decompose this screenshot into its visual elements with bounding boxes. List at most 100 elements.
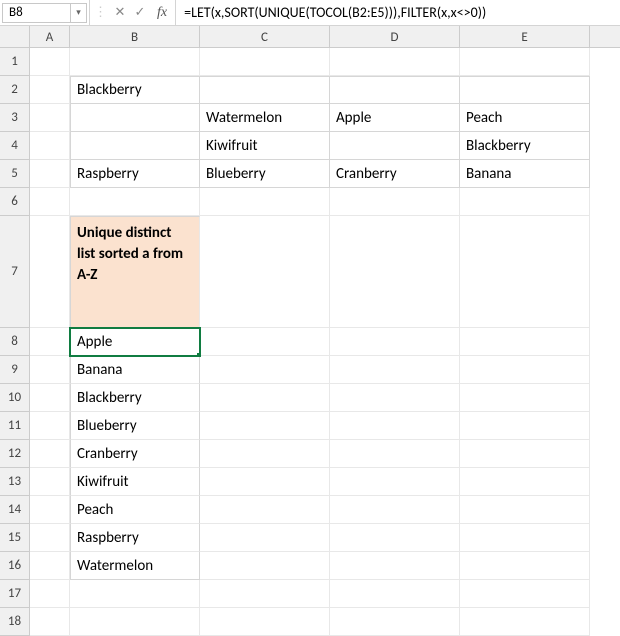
cell-D12[interactable] xyxy=(330,440,460,468)
cell-B17[interactable] xyxy=(70,580,200,608)
row-header[interactable]: 17 xyxy=(0,580,29,608)
name-box-dropdown[interactable]: ▾ xyxy=(71,3,87,23)
column-header-C[interactable]: C xyxy=(200,26,330,48)
cell-B3[interactable] xyxy=(70,104,200,132)
row-header[interactable]: 18 xyxy=(0,608,29,636)
cell-E3[interactable]: Peach xyxy=(460,104,590,132)
cell-B4[interactable] xyxy=(70,132,200,160)
cell-D11[interactable] xyxy=(330,412,460,440)
cell-C8[interactable] xyxy=(200,328,330,356)
cell-D17[interactable] xyxy=(330,580,460,608)
cell-D3[interactable]: Apple xyxy=(330,104,460,132)
cell-D9[interactable] xyxy=(330,356,460,384)
cell-A1[interactable] xyxy=(30,48,70,76)
cell-B13[interactable]: Kiwifruit xyxy=(70,468,200,496)
row-header[interactable]: 4 xyxy=(0,132,29,160)
row-header[interactable]: 10 xyxy=(0,384,29,412)
cell-C16[interactable] xyxy=(200,552,330,580)
cell-E11[interactable] xyxy=(460,412,590,440)
cell-A11[interactable] xyxy=(30,412,70,440)
name-box[interactable]: B8 xyxy=(2,3,71,23)
cell-B2[interactable]: Blackberry xyxy=(70,76,200,104)
cell-E8[interactable] xyxy=(460,328,590,356)
cell-D5[interactable]: Cranberry xyxy=(330,160,460,188)
cell-C14[interactable] xyxy=(200,496,330,524)
row-header[interactable]: 1 xyxy=(0,48,29,76)
cell-B6[interactable] xyxy=(70,188,200,216)
cell-D4[interactable] xyxy=(330,132,460,160)
cell-B11[interactable]: Blueberry xyxy=(70,412,200,440)
cell-D10[interactable] xyxy=(330,384,460,412)
cell-C5[interactable]: Blueberry xyxy=(200,160,330,188)
cell-E5[interactable]: Banana xyxy=(460,160,590,188)
cell-C15[interactable] xyxy=(200,524,330,552)
cell-B8[interactable]: Apple xyxy=(70,328,200,356)
cell-A18[interactable] xyxy=(30,608,70,636)
column-header-E[interactable]: E xyxy=(460,26,590,48)
cell-A13[interactable] xyxy=(30,468,70,496)
cell-A17[interactable] xyxy=(30,580,70,608)
cell-D14[interactable] xyxy=(330,496,460,524)
row-header[interactable]: 11 xyxy=(0,412,29,440)
row-header[interactable]: 2 xyxy=(0,76,29,104)
column-header-D[interactable]: D xyxy=(330,26,460,48)
cell-A14[interactable] xyxy=(30,496,70,524)
cell-A8[interactable] xyxy=(30,328,70,356)
cell-A2[interactable] xyxy=(30,76,70,104)
cell-C17[interactable] xyxy=(200,580,330,608)
cell-A16[interactable] xyxy=(30,552,70,580)
cell-A7[interactable] xyxy=(30,216,70,328)
enter-formula-button[interactable]: ✓ xyxy=(133,5,147,20)
cell-E9[interactable] xyxy=(460,356,590,384)
cell-E2[interactable] xyxy=(460,76,590,104)
cell-E14[interactable] xyxy=(460,496,590,524)
fill-handle[interactable] xyxy=(196,352,200,356)
cell-D2[interactable] xyxy=(330,76,460,104)
cell-A15[interactable] xyxy=(30,524,70,552)
cell-E12[interactable] xyxy=(460,440,590,468)
cell-E7[interactable] xyxy=(460,216,590,328)
cell-B5[interactable]: Raspberry xyxy=(70,160,200,188)
cell-C2[interactable] xyxy=(200,76,330,104)
cancel-formula-button[interactable]: ✕ xyxy=(113,5,127,20)
cell-C18[interactable] xyxy=(200,608,330,636)
cell-A10[interactable] xyxy=(30,384,70,412)
cell-A6[interactable] xyxy=(30,188,70,216)
cell-D6[interactable] xyxy=(330,188,460,216)
formula-bar[interactable]: =LET(x,SORT(UNIQUE(TOCOL(B2:E5))),FILTER… xyxy=(176,0,620,25)
cell-C13[interactable] xyxy=(200,468,330,496)
row-header[interactable]: 9 xyxy=(0,356,29,384)
cell-E16[interactable] xyxy=(460,552,590,580)
cell-C6[interactable] xyxy=(200,188,330,216)
cell-E6[interactable] xyxy=(460,188,590,216)
cell-E15[interactable] xyxy=(460,524,590,552)
cell-A4[interactable] xyxy=(30,132,70,160)
cell-B15[interactable]: Raspberry xyxy=(70,524,200,552)
insert-function-button[interactable]: fx xyxy=(153,5,171,21)
cell-C10[interactable] xyxy=(200,384,330,412)
cell-B16[interactable]: Watermelon xyxy=(70,552,200,580)
cell-D7[interactable] xyxy=(330,216,460,328)
cell-C9[interactable] xyxy=(200,356,330,384)
cell-B14[interactable]: Peach xyxy=(70,496,200,524)
cell-D8[interactable] xyxy=(330,328,460,356)
cell-B18[interactable] xyxy=(70,608,200,636)
cell-B7[interactable]: Unique distinct list sorted a from A-Z xyxy=(70,216,200,328)
cell-A3[interactable] xyxy=(30,104,70,132)
cell-C3[interactable]: Watermelon xyxy=(200,104,330,132)
row-header[interactable]: 8 xyxy=(0,328,29,356)
row-header[interactable]: 5 xyxy=(0,160,29,188)
cell-B12[interactable]: Cranberry xyxy=(70,440,200,468)
cell-A5[interactable] xyxy=(30,160,70,188)
row-header[interactable]: 13 xyxy=(0,468,29,496)
cell-B10[interactable]: Blackberry xyxy=(70,384,200,412)
row-header[interactable]: 3 xyxy=(0,104,29,132)
row-header[interactable]: 16 xyxy=(0,552,29,580)
cell-A9[interactable] xyxy=(30,356,70,384)
row-header[interactable]: 6 xyxy=(0,188,29,216)
row-header[interactable]: 15 xyxy=(0,524,29,552)
cell-B1[interactable] xyxy=(70,48,200,76)
cell-B9[interactable]: Banana xyxy=(70,356,200,384)
column-header-B[interactable]: B xyxy=(70,26,200,48)
cell-E17[interactable] xyxy=(460,580,590,608)
